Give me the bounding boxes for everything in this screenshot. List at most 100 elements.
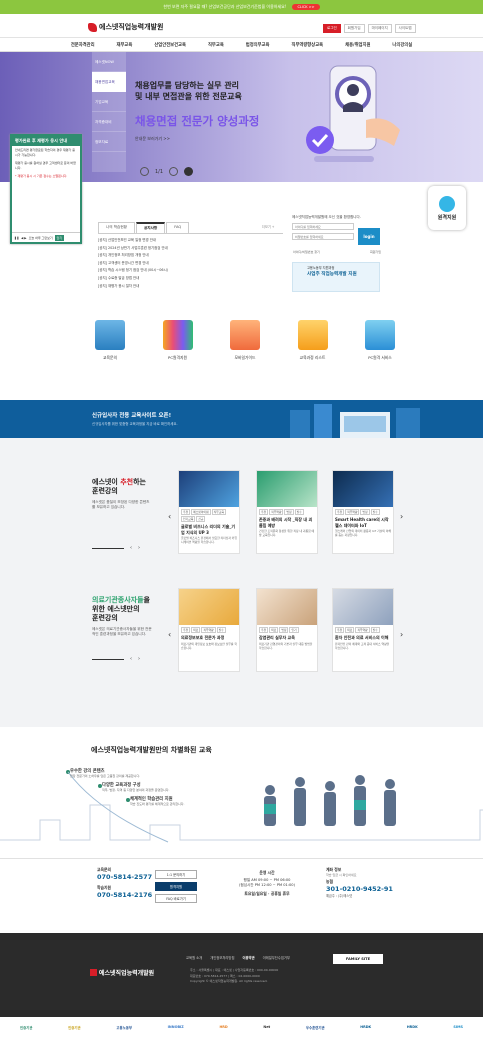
chevron-right-icon[interactable]: › — [400, 630, 403, 639]
diff-item: 우수한 강의 콘텐츠 현장 전문가의 노하우를 담은 고품질 강의를 제공합니다… — [70, 769, 141, 778]
pause-icon[interactable] — [184, 167, 194, 176]
tab-faq[interactable]: FAQ — [166, 222, 190, 233]
quick-item[interactable]: PC원격지원 — [148, 320, 208, 361]
next-icon[interactable]: › — [138, 545, 140, 551]
contact-buttons: 1:1 문의하기 원격지원 FAQ 바로가기 — [155, 870, 197, 906]
popup-today-close[interactable]: 오늘 하루 그만보기 — [29, 236, 53, 240]
hero-side-item[interactable]: 기업교육 — [92, 92, 126, 112]
notice-board: 나의 학습현황 공지사항 FAQ [공지] 산업안전보건 교육 일정 변경 안내… — [98, 222, 283, 290]
gnb-item[interactable]: 법정의무교육 — [246, 42, 270, 48]
quick-item[interactable]: PC원격 서비스 — [350, 320, 410, 361]
tab-my-learning[interactable]: 나의 학습현황 — [98, 222, 135, 233]
list-item[interactable]: [공지] 2024년 상반기 사업주훈련 정기점검 안내 — [98, 245, 283, 253]
monitor-icon — [365, 320, 395, 350]
id-input[interactable] — [292, 223, 354, 230]
footer-link[interactable]: 이용약관 — [242, 955, 254, 960]
recommend-heading: 에스넷이 추천하는 훈련강의 에스넷은 품질이 보장된 다양한 콘텐츠를 보유하… — [92, 478, 150, 509]
mobile-icon — [230, 320, 260, 350]
popup-close-button[interactable]: 닫기 — [54, 234, 65, 241]
hero-side-item[interactable]: 채용면접교육 — [92, 72, 126, 92]
course-card[interactable]: 추천 의료 법정 인기 감염관리 실무자 교육 의료기관 감염관리의 기본과 실무 대… — [256, 588, 318, 672]
remote-support-widget[interactable]: 원격지원 — [428, 186, 466, 230]
mypage-link[interactable]: 마이페이지 — [367, 24, 392, 33]
diff-item: 다양한 교육과정 구성 직무, 법정, 자격 등 다양한 분야의 과정을 운영합… — [102, 783, 170, 792]
prev-icon[interactable]: ‹ — [130, 545, 132, 551]
login-button[interactable]: login — [358, 228, 380, 245]
chevron-left-icon[interactable]: ‹ — [168, 630, 171, 639]
course-card[interactable]: 추천 의료 직무역량 필수 의료정보보호 전문가 과정 의료기관의 개인정보 보호와 … — [178, 588, 240, 672]
gnb-item[interactable]: 재무교육 — [117, 42, 133, 48]
edu-contact: 교육문의 070-5814-2577 학습지원 070-5814-2176 — [97, 867, 153, 899]
list-item[interactable]: [공지] 고객센터 운영시간 변경 안내 — [98, 260, 283, 268]
course-thumbnail — [179, 589, 239, 625]
footer-link[interactable]: 교육원 소개 — [186, 955, 202, 960]
gnb-item[interactable]: 직무교육 — [208, 42, 224, 48]
list-item[interactable]: [공지] 재평가 응시 절차 안내 — [98, 283, 283, 291]
chevron-left-icon[interactable]: ‹ — [168, 512, 171, 521]
footer-link[interactable]: 개인정보처리방침 — [210, 955, 234, 960]
password-input[interactable] — [292, 233, 354, 240]
partner-logo: HRD — [219, 1025, 228, 1029]
popup-title: 평가완료 후 재평가 응시 안내 — [12, 136, 80, 146]
hero-cta-link[interactable]: 안내문 보러가기 >> — [135, 136, 170, 142]
sitemap-link[interactable]: 사이트맵 — [394, 24, 416, 33]
course-card[interactable]: 추천 에스넷아이템 직무교육 인기교육 신규 글로벌 비즈니스 리더의 기술_기업 지식… — [178, 470, 240, 554]
signup-link[interactable]: 회원가입 — [343, 24, 365, 33]
list-item[interactable]: [공지] 학습 시스템 정기 점검 안내 (00시~06시) — [98, 267, 283, 275]
support-banner[interactable]: 고용노동부 지원과정 사업주 직업능력개발 지원 — [292, 262, 380, 292]
faq-button[interactable]: FAQ 바로가기 — [155, 894, 197, 903]
course-card[interactable]: 추천 직무역량 법정 필수 존중과 배려의 시작 _직장 내 괴롭힘 예방 건강한 조… — [256, 470, 318, 554]
partner-logo: 고용노동부 — [116, 1025, 132, 1030]
list-item[interactable]: [공지] 수료증 발급 방법 안내 — [98, 275, 283, 283]
next-icon[interactable]: › — [138, 656, 140, 662]
diff-item: 체계적인 학습관리 지원 학습 진도와 평가를 체계적으로 관리합니다. — [130, 797, 185, 806]
course-card[interactable]: 추천 의료 직무역량 필수 환자 안전과 의료 서비스의 이해 환자안전 관리 체계와… — [332, 588, 394, 672]
list-item[interactable]: [공지] 산업안전보건 교육 일정 변경 안내 — [98, 237, 283, 245]
find-account-link[interactable]: 아이디/비밀번호 찾기 — [293, 250, 320, 254]
list-item[interactable]: [공지] 개인정보 처리방침 개정 안내 — [98, 252, 283, 260]
hero-illustration — [306, 65, 400, 162]
login-title: 에스넷직업능력개발원에 오신 것을 환영합니다. — [292, 215, 361, 219]
recommend-slider-control: ‹ › — [92, 545, 140, 551]
top-announcement-button[interactable]: CLICK >> — [292, 4, 320, 10]
hours-block: 운영 시간 평일 AM 09:00 ~ PM 06:00 (점심시간 PM 12… — [238, 870, 295, 896]
gnb-item[interactable]: 직무역량향상교육 — [292, 42, 324, 48]
hero-side-item[interactable]: 에스넷NOW — [92, 52, 126, 72]
chevron-right-icon[interactable]: › — [400, 512, 403, 521]
hero-subtitle: 채용업무를 담당하는 실무 관리 및 내부 면접관을 위한 전문교육 — [135, 81, 242, 101]
site-logo[interactable]: 에스넷직업능력개발원 — [88, 22, 163, 32]
footer-links: 교육원 소개 개인정보처리방침 이용약관 이메일무단수집거부 — [186, 955, 290, 960]
hero-side-item[interactable]: 정보자료 — [92, 132, 126, 152]
remote-support-button[interactable]: 원격지원 — [155, 882, 197, 891]
main-navigation: 전문자격관리 재무교육 산업안전보건교육 직무교육 법정의무교육 직무역량향상교… — [0, 38, 483, 52]
partner-logo: SIMS — [453, 1025, 463, 1029]
quick-item[interactable]: 모바일가이드 — [215, 320, 275, 361]
tab-notice[interactable]: 공지사항 — [135, 222, 166, 233]
quick-item[interactable]: 교육과정 리스트 — [283, 320, 343, 361]
board-tabs: 나의 학습현황 공지사항 FAQ — [98, 222, 283, 234]
new-employee-banner[interactable] — [0, 400, 483, 438]
quick-menu: 교육문의 PC원격지원 모바일가이드 교육과정 리스트 PC원격 서비스 — [80, 320, 410, 361]
gnb-item[interactable]: 산업안전보건교육 — [154, 42, 186, 48]
gnb-item[interactable]: 채용/취업지원 — [345, 42, 370, 48]
inquiry-button[interactable]: 1:1 문의하기 — [155, 870, 197, 879]
gnb-item[interactable]: 전문자격관리 — [71, 42, 95, 48]
course-card[interactable]: 추천 직무역량 법정 필수 Smart Health care의 시작 헬스 데이터와… — [332, 470, 394, 554]
top-announcement-text: 한번 보면 자주 필요할 때? 산업보건공단과 산업보건기준법을 이용하세요! — [163, 4, 287, 9]
course-section — [0, 438, 483, 727]
top-announcement-bar: 한번 보면 자주 필요할 때? 산업보건공단과 산업보건기준법을 이용하세요! … — [0, 0, 483, 14]
prev-icon[interactable] — [140, 167, 149, 176]
signup-link[interactable]: 회원가입 — [370, 250, 381, 254]
board-more-link[interactable]: 더보기 + — [262, 224, 274, 229]
prev-icon[interactable]: ‹ — [130, 656, 132, 662]
footer-link[interactable]: 이메일무단수집거부 — [263, 955, 290, 960]
next-icon[interactable] — [169, 167, 179, 176]
quick-item[interactable]: 교육문의 — [80, 320, 140, 361]
family-site-select[interactable]: FAMILY SITE — [333, 954, 383, 964]
login-link[interactable]: 로그인 — [323, 24, 341, 33]
building-icon — [95, 320, 125, 350]
pause-icon[interactable]: ❚❚ — [14, 236, 19, 240]
gnb-item[interactable]: 나의강의실 — [392, 42, 412, 48]
hero-side-item[interactable]: 자격증대비 — [92, 112, 126, 132]
course-thumbnail — [257, 471, 317, 507]
